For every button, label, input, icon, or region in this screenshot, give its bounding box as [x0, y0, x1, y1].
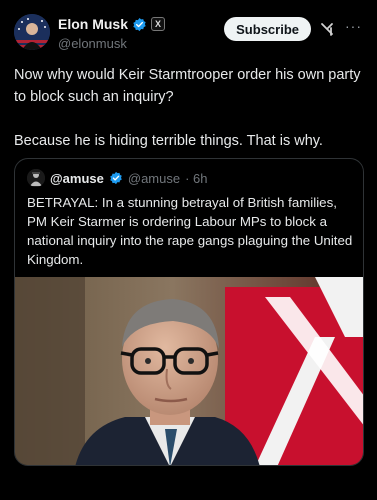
- quoted-text: BETRAYAL: In a stunning betrayal of Brit…: [27, 195, 353, 267]
- quoted-timestamp[interactable]: · 6h: [185, 171, 207, 186]
- verified-badge-icon: [133, 17, 146, 31]
- x-affiliate-badge-icon: X: [151, 17, 166, 31]
- author-name-row: Elon Musk X: [58, 16, 166, 32]
- quoted-tweet[interactable]: @amuse @amuse · 6h BETRAYAL: In a stunni…: [14, 158, 364, 466]
- quoted-author-handle[interactable]: @amuse: [128, 171, 180, 186]
- tweet-card: Elon Musk X @elonmusk Subscribe ··· Now …: [0, 0, 377, 500]
- quoted-author-name[interactable]: @amuse: [50, 171, 104, 186]
- author-handle[interactable]: @elonmusk: [58, 36, 127, 51]
- subscribe-button[interactable]: Subscribe: [224, 17, 311, 41]
- tweet-header: Elon Musk X @elonmusk Subscribe ···: [14, 12, 367, 56]
- more-options-icon[interactable]: ···: [345, 19, 363, 37]
- quoted-avatar[interactable]: [27, 169, 45, 187]
- quoted-photo[interactable]: [15, 277, 364, 466]
- quoted-verified-badge-icon: [110, 171, 122, 185]
- tweet-paragraph-1: Now why would Keir Starmtrooper order hi…: [14, 67, 361, 105]
- tweet-paragraph-2: Because he is hiding terrible things. Th…: [14, 133, 323, 149]
- author-name[interactable]: Elon Musk: [58, 16, 128, 32]
- grok-icon[interactable]: [319, 21, 335, 37]
- author-avatar[interactable]: [14, 14, 50, 50]
- quoted-header: @amuse @amuse · 6h: [27, 169, 208, 187]
